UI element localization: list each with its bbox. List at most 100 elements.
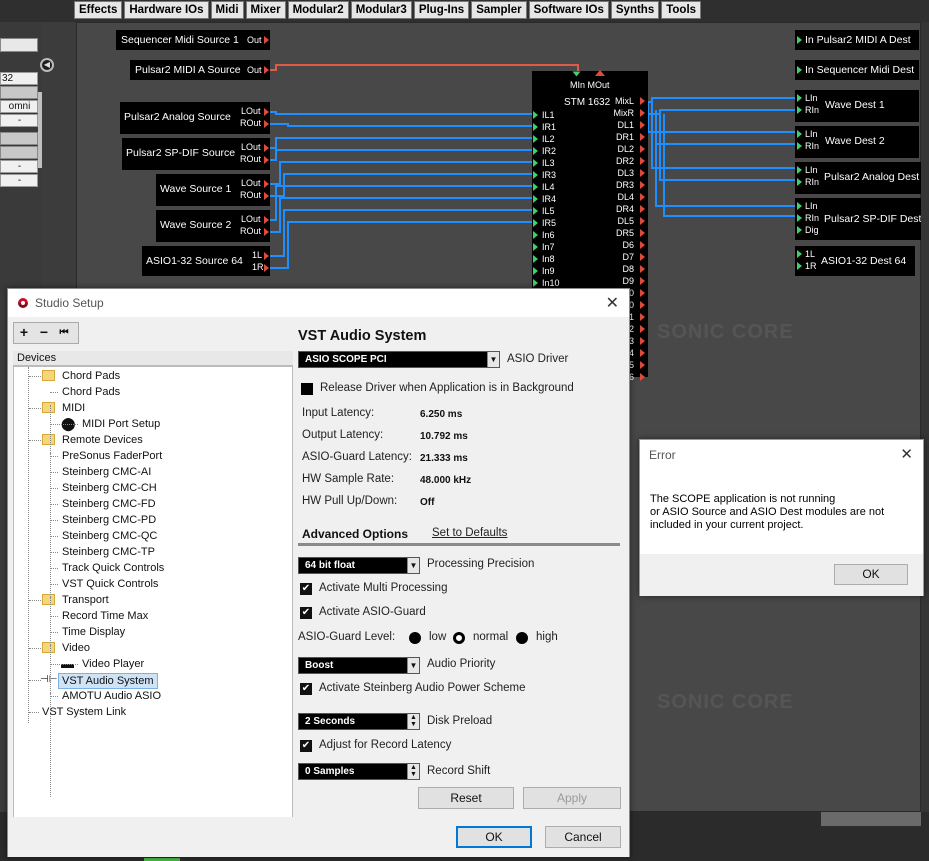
reset-device-button[interactable]: ⏮ bbox=[54, 323, 74, 343]
midi-out-port-icon[interactable] bbox=[595, 70, 605, 76]
out-port-icon[interactable] bbox=[640, 265, 645, 273]
out-port-icon[interactable] bbox=[640, 289, 645, 297]
set-to-defaults-link[interactable]: Set to Defaults bbox=[432, 527, 507, 539]
menu-tools[interactable]: Tools bbox=[661, 1, 702, 19]
out-port-icon[interactable] bbox=[640, 325, 645, 333]
out-port-icon[interactable] bbox=[640, 97, 645, 105]
tree-item[interactable]: Remote Devices bbox=[62, 433, 143, 447]
midi-in-port-icon[interactable] bbox=[572, 71, 581, 77]
module-wave-dest-2[interactable]: LIn RIn Wave Dest 2 bbox=[795, 126, 919, 158]
in-port-icon[interactable] bbox=[533, 231, 538, 239]
in-port-icon[interactable] bbox=[797, 202, 802, 210]
in-port-icon[interactable] bbox=[533, 183, 538, 191]
apply-button[interactable]: Apply bbox=[523, 787, 621, 809]
studio-setup-titlebar[interactable]: Studio Setup ✕ bbox=[8, 289, 629, 317]
out-port-icon[interactable] bbox=[264, 144, 269, 152]
in-port-icon[interactable] bbox=[533, 195, 538, 203]
adjust-latency-checkbox[interactable]: ✔ bbox=[300, 740, 312, 752]
module-pulsar2-spdif-source[interactable]: Pulsar2 SP-DIF Source LOut ROut bbox=[122, 138, 270, 170]
module-pulsar2-spdif-dest[interactable]: LIn RIn Dig Pulsar2 SP-DIF Dest bbox=[795, 198, 921, 240]
tree-item[interactable]: Time Display bbox=[62, 625, 125, 639]
tree-item[interactable]: Chord Pads bbox=[62, 385, 120, 399]
out-port-icon[interactable] bbox=[640, 301, 645, 309]
tree-item[interactable]: Steinberg CMC-QC bbox=[62, 529, 157, 543]
stepper-arrows-icon[interactable]: ▲ ▼ bbox=[407, 714, 419, 729]
disk-preload-stepper[interactable]: 2 Seconds ▲ ▼ bbox=[298, 713, 420, 730]
out-port-icon[interactable] bbox=[640, 277, 645, 285]
in-port-icon[interactable] bbox=[533, 159, 538, 167]
audio-priority-dropdown[interactable]: Boost ▼ bbox=[298, 657, 420, 674]
in-port-icon[interactable] bbox=[533, 123, 538, 131]
in-port-icon[interactable] bbox=[797, 226, 802, 234]
left-empty-field-2[interactable] bbox=[0, 132, 38, 145]
menu-software-ios[interactable]: Software IOs bbox=[528, 1, 609, 19]
in-port-icon[interactable] bbox=[797, 214, 802, 222]
out-port-icon[interactable] bbox=[264, 156, 269, 164]
tree-item[interactable]: Video bbox=[62, 641, 90, 655]
out-port-icon[interactable] bbox=[640, 181, 645, 189]
in-port-icon[interactable] bbox=[533, 135, 538, 143]
in-port-icon[interactable] bbox=[797, 166, 802, 174]
in-port-icon[interactable] bbox=[797, 106, 802, 114]
collapse-icon[interactable]: ◀ bbox=[40, 58, 54, 72]
out-port-icon[interactable] bbox=[264, 228, 269, 236]
remove-device-button[interactable]: − bbox=[34, 323, 54, 343]
out-port-icon[interactable] bbox=[264, 180, 269, 188]
tree-item[interactable]: Chord Pads bbox=[62, 369, 120, 383]
tree-item[interactable]: Transport bbox=[62, 593, 109, 607]
left-dropdown-2[interactable]: - bbox=[0, 160, 38, 173]
multi-processing-checkbox[interactable]: ✔ bbox=[300, 583, 312, 595]
out-port-icon[interactable] bbox=[640, 145, 645, 153]
out-port-icon[interactable] bbox=[640, 313, 645, 321]
out-port-icon[interactable] bbox=[640, 133, 645, 141]
in-port-icon[interactable] bbox=[533, 207, 538, 215]
tree-item[interactable]: Record Time Max bbox=[62, 609, 148, 623]
release-driver-checkbox[interactable] bbox=[301, 383, 313, 395]
module-sequencer-midi-source[interactable]: Sequencer Midi Source 1 Out bbox=[116, 30, 270, 50]
power-scheme-checkbox[interactable]: ✔ bbox=[300, 683, 312, 695]
module-pulsar2-analog-dest[interactable]: LIn RIn Pulsar2 Analog Dest bbox=[795, 162, 921, 194]
out-port-icon[interactable] bbox=[640, 157, 645, 165]
out-port-icon[interactable] bbox=[640, 349, 645, 357]
in-port-icon[interactable] bbox=[797, 250, 802, 258]
module-asio-dest-64[interactable]: 1L 1R ASIO1-32 Dest 64 bbox=[795, 246, 915, 276]
left-empty-field[interactable] bbox=[0, 86, 38, 99]
out-port-icon[interactable] bbox=[264, 36, 269, 44]
module-wave-source-1[interactable]: Wave Source 1 LOut ROut bbox=[156, 174, 270, 206]
menu-effects[interactable]: Effects bbox=[74, 1, 123, 19]
processing-precision-dropdown[interactable]: 64 bit float ▼ bbox=[298, 557, 420, 574]
out-port-icon[interactable] bbox=[640, 169, 645, 177]
in-port-icon[interactable] bbox=[797, 36, 802, 44]
out-port-icon[interactable] bbox=[264, 216, 269, 224]
left-dropdown-1[interactable]: - bbox=[0, 114, 38, 127]
tree-item[interactable]: Steinberg CMC-TP bbox=[62, 545, 155, 559]
out-port-icon[interactable] bbox=[640, 253, 645, 261]
menu-midi[interactable]: Midi bbox=[210, 1, 244, 19]
out-port-icon[interactable] bbox=[264, 192, 269, 200]
tree-item[interactable]: VST Quick Controls bbox=[62, 577, 158, 591]
left-header-field[interactable] bbox=[0, 38, 38, 52]
in-port-icon[interactable] bbox=[533, 171, 538, 179]
tree-item[interactable]: PreSonus FaderPort bbox=[62, 449, 162, 463]
menu-modular2[interactable]: Modular2 bbox=[287, 1, 349, 19]
in-port-icon[interactable] bbox=[533, 279, 538, 287]
ok-button[interactable]: OK bbox=[456, 826, 532, 848]
module-pulsar2-analog-source[interactable]: Pulsar2 Analog Source LOut ROut bbox=[120, 102, 270, 134]
tree-item[interactable]: VST System Link bbox=[42, 705, 126, 719]
tab-advanced-options[interactable]: Advanced Options bbox=[302, 527, 408, 541]
tree-item[interactable]: Steinberg CMC-FD bbox=[62, 497, 156, 511]
tree-item-selected[interactable]: VST Audio System bbox=[58, 673, 158, 689]
out-port-icon[interactable] bbox=[264, 108, 269, 116]
close-icon[interactable]: ✕ bbox=[606, 293, 619, 313]
guard-level-high-radio[interactable] bbox=[516, 632, 528, 644]
reset-button[interactable]: Reset bbox=[418, 787, 514, 809]
asio-guard-checkbox[interactable]: ✔ bbox=[300, 607, 312, 619]
in-port-icon[interactable] bbox=[797, 262, 802, 270]
out-port-icon[interactable] bbox=[640, 241, 645, 249]
menu-synths[interactable]: Synths bbox=[610, 1, 660, 19]
tree-item[interactable]: Steinberg CMC-PD bbox=[62, 513, 156, 527]
tree-item[interactable]: MIDI bbox=[62, 401, 85, 415]
tree-item[interactable]: Track Quick Controls bbox=[62, 561, 164, 575]
menu-mixer[interactable]: Mixer bbox=[245, 1, 286, 19]
cancel-button[interactable]: Cancel bbox=[545, 826, 621, 848]
